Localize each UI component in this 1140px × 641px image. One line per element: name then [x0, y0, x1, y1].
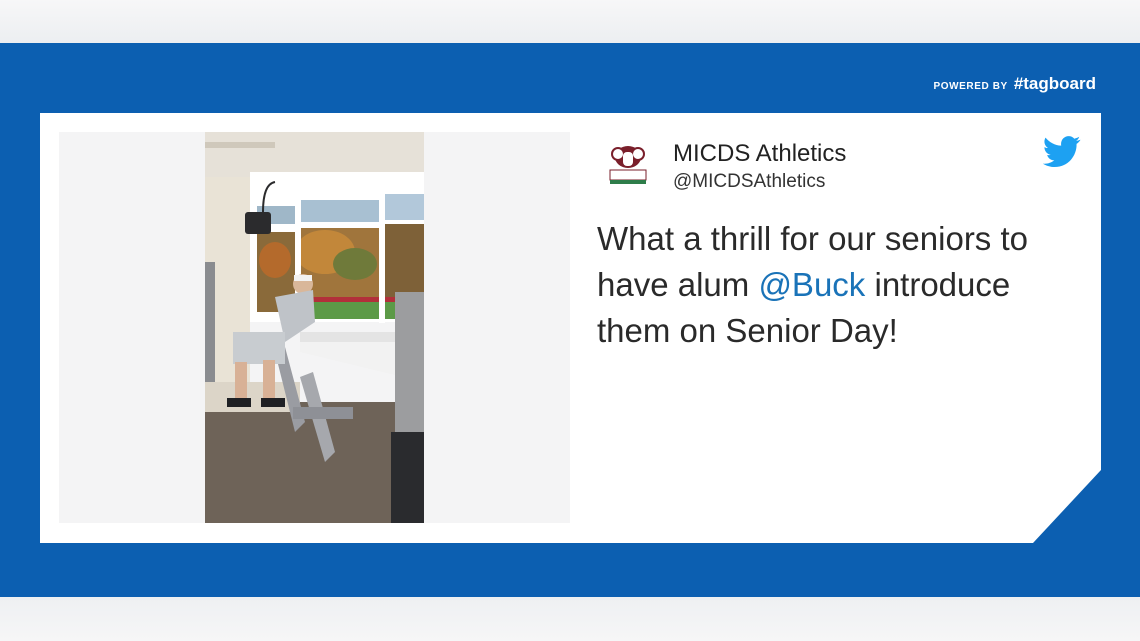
author-avatar[interactable] — [606, 143, 650, 187]
tweet-photo[interactable] — [205, 132, 424, 523]
mention-link[interactable]: @Buck — [758, 266, 865, 303]
powered-by-label: POWERED BY — [933, 81, 1008, 92]
author-name[interactable]: MICDS Athletics — [673, 140, 846, 168]
top-backdrop — [0, 0, 1140, 43]
card-corner-cut — [1033, 470, 1101, 543]
micds-ram-logo — [609, 146, 647, 184]
tagboard-brand: #tagboard — [1013, 74, 1096, 93]
twitter-bird-svg — [1042, 136, 1081, 168]
author-handle[interactable]: @MICDSAthletics — [673, 171, 825, 193]
twitter-bird-icon[interactable] — [1042, 135, 1081, 169]
pressbox-photo — [205, 132, 424, 523]
tweet-text: What a thrill for our seniors to have al… — [597, 216, 1067, 354]
powered-by-tagboard: POWERED BY #tagboard — [933, 74, 1096, 94]
bottom-backdrop — [0, 597, 1140, 641]
